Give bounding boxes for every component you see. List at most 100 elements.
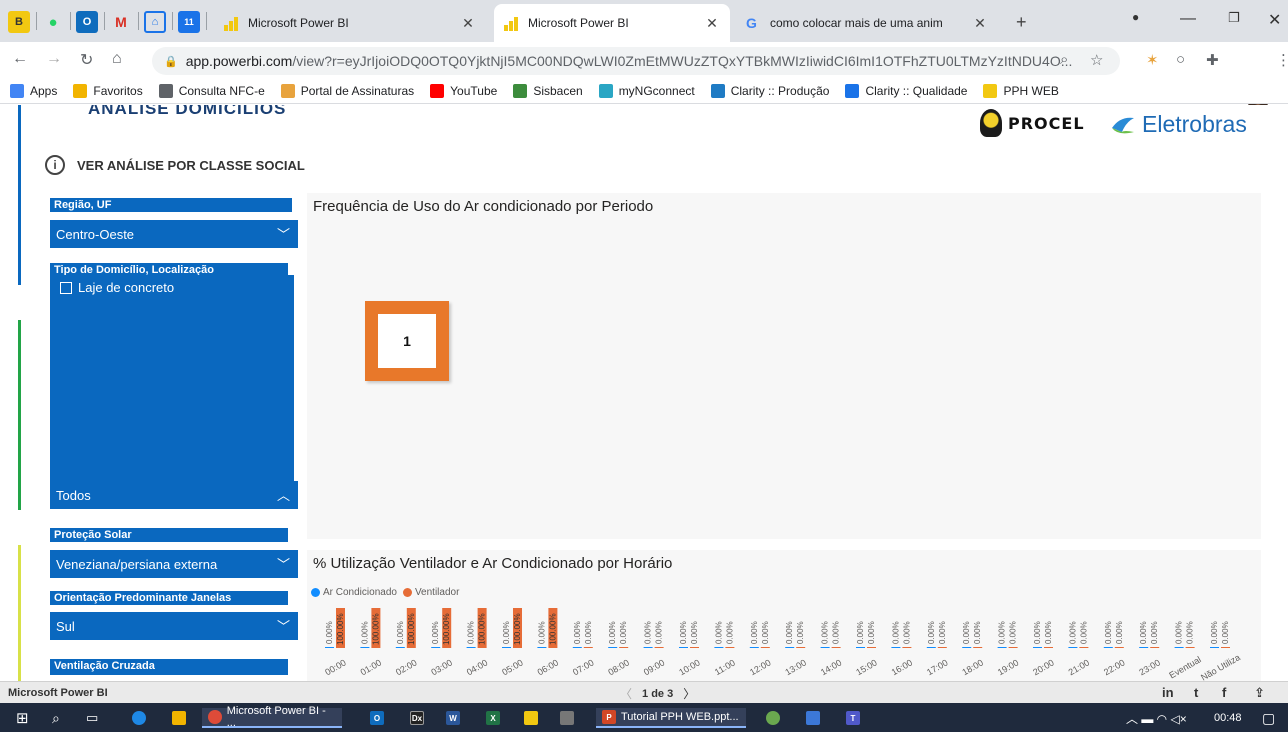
slicer-regiao-dropdown[interactable]: Centro-Oeste ﹀ (50, 220, 298, 248)
reload-icon[interactable]: ↻ (80, 50, 93, 70)
bar-ar-condicionado[interactable] (926, 647, 936, 648)
bar-ventilador[interactable] (1185, 647, 1195, 648)
bar-ar-condicionado[interactable] (360, 647, 370, 648)
class-analysis-link[interactable]: i VER ANÁLISE POR CLASSE SOCIAL (45, 155, 305, 175)
taskbar-powerpoint[interactable]: P Tutorial PPH WEB.ppt... (596, 708, 746, 728)
next-page-icon[interactable]: 〉 (683, 685, 695, 702)
bookmark-item[interactable]: Consulta NFC-e (158, 83, 265, 98)
bar-ventilador[interactable] (1221, 647, 1230, 648)
bar-ventilador[interactable] (1114, 647, 1124, 648)
bar-ar-condicionado[interactable] (431, 647, 441, 648)
excel-icon[interactable]: X (486, 708, 505, 728)
file-explorer-icon[interactable] (172, 708, 191, 728)
bookmark-item[interactable]: myNGconnect (598, 83, 695, 98)
bar-ventilador[interactable] (867, 647, 876, 648)
tab-google-search[interactable]: G como colocar mais de uma anim ✕ (736, 4, 998, 42)
bookmark-item[interactable]: PPH WEB (983, 83, 1059, 98)
notification-icon[interactable]: ▢ (1262, 708, 1275, 728)
prev-page-icon[interactable]: 〈 (620, 685, 632, 702)
dx-taskbar-icon[interactable]: Dx (410, 708, 429, 728)
bar-ar-condicionado[interactable] (572, 647, 582, 648)
checkbox[interactable] (60, 281, 72, 294)
clock[interactable]: 00:48 (1214, 708, 1242, 728)
close-tab-icon[interactable]: ✕ (704, 15, 720, 32)
bar-ar-condicionado[interactable] (395, 647, 405, 648)
close-tab-icon[interactable]: ✕ (972, 15, 988, 32)
bar-ar-condicionado[interactable] (537, 647, 547, 648)
bar-ar-condicionado[interactable] (679, 647, 688, 648)
bar-ar-condicionado[interactable] (1103, 647, 1113, 648)
calendar-icon[interactable]: 11 (178, 11, 200, 33)
bar-ar-condicionado[interactable] (1210, 647, 1219, 648)
bar-ventilador[interactable] (1044, 647, 1053, 648)
bookmark-item[interactable]: Clarity :: Produção (710, 83, 829, 98)
bar-ar-condicionado[interactable] (856, 647, 865, 648)
bar-ar-condicionado[interactable] (1068, 647, 1078, 648)
zoom-icon[interactable]: ⌕ (1060, 51, 1068, 68)
extension-icon[interactable]: ✶ (1146, 51, 1159, 69)
power-bi-taskbar-icon[interactable] (524, 708, 543, 728)
share-icon[interactable]: ⇪ (1254, 685, 1265, 701)
calculator-icon[interactable] (560, 708, 579, 728)
outlook-icon[interactable]: O (76, 11, 98, 33)
bar-ar-condicionado[interactable] (749, 647, 759, 648)
bar-ar-condicionado[interactable] (643, 647, 653, 648)
bar-ventilador[interactable] (583, 647, 593, 648)
close-tab-icon[interactable]: ✕ (460, 15, 476, 32)
chart-frequencia-uso[interactable]: Frequência de Uso do Ar condicionado por… (307, 193, 1261, 539)
bar-ar-condicionado[interactable] (714, 647, 724, 648)
app-taskbar-icon[interactable] (766, 708, 785, 728)
teams-icon[interactable]: T (846, 708, 865, 728)
option-laje-de-concreto[interactable]: Laje de concreto (60, 280, 174, 295)
bar-ar-condicionado[interactable] (466, 647, 476, 648)
bar-ar-condicionado[interactable] (608, 647, 618, 648)
app-taskbar-icon[interactable] (806, 708, 825, 728)
bookmark-star-icon[interactable]: ☆ (1090, 51, 1103, 69)
bar-ar-condicionado[interactable] (891, 647, 901, 648)
bar-ar-condicionado[interactable] (962, 647, 972, 648)
bar-ventilador[interactable] (760, 647, 770, 648)
bar-ar-condicionado[interactable] (325, 647, 334, 648)
slicer-orientacao-dropdown[interactable]: Sul ﹀ (50, 612, 298, 640)
slicer-todos-dropdown[interactable]: Todos ︿ (50, 481, 298, 509)
edge-icon[interactable] (132, 708, 151, 728)
bar-ventilador[interactable] (1079, 647, 1089, 648)
outlook-taskbar-icon[interactable]: O (370, 708, 389, 728)
bar-ar-condicionado[interactable] (997, 647, 1007, 648)
back-icon[interactable]: ← (12, 50, 28, 68)
bookmark-item[interactable]: Favoritos (73, 83, 143, 98)
bar-ventilador[interactable] (1150, 647, 1160, 648)
bar-ventilador[interactable] (831, 647, 841, 648)
new-tab-button[interactable]: + (1016, 12, 1027, 33)
account-icon[interactable]: ⌂ (144, 11, 166, 33)
menu-icon[interactable]: ⋮ (1276, 51, 1288, 69)
bar-ar-condicionado[interactable] (1139, 647, 1149, 648)
twitter-icon[interactable]: t (1194, 685, 1198, 700)
bookmark-item[interactable]: YouTube (430, 83, 497, 98)
windows-start-icon[interactable]: ⊞ (16, 708, 29, 728)
bar-ventilador[interactable] (973, 647, 983, 648)
extension-circle-icon[interactable]: ○ (1176, 51, 1185, 68)
bar-ventilador[interactable] (725, 647, 735, 648)
linkedin-icon[interactable]: in (1162, 685, 1174, 700)
bookmark-item[interactable]: Sisbacen (513, 83, 583, 98)
bar-ar-condicionado[interactable] (820, 647, 830, 648)
minimize-icon[interactable]: — (1180, 10, 1196, 28)
word-icon[interactable]: W (446, 708, 465, 728)
close-window-icon[interactable]: ✕ (1268, 10, 1281, 30)
bar-ventilador[interactable] (902, 647, 912, 648)
bar-ventilador[interactable] (690, 647, 699, 648)
tab-power-bi-2[interactable]: Microsoft Power BI ✕ (494, 4, 730, 42)
pinned-tab-icon[interactable]: B (8, 11, 30, 33)
extensions-puzzle-icon[interactable]: ✚ (1206, 51, 1219, 69)
bar-ar-condicionado[interactable] (502, 647, 511, 648)
forward-icon[interactable]: → (46, 50, 62, 68)
address-bar[interactable]: 🔒 app.powerbi.com/view?r=eyJrIjoiODQ0OTQ… (152, 47, 1120, 75)
bar-ventilador[interactable] (619, 647, 629, 648)
gmail-icon[interactable]: M (110, 11, 132, 33)
task-view-icon[interactable]: ▭ (86, 708, 98, 728)
home-icon[interactable]: ⌂ (112, 50, 122, 68)
tray-icons[interactable]: ︿ ▬ ◠ ◁× (1126, 708, 1187, 728)
slicer-protecao-dropdown[interactable]: Veneziana/persiana externa ﹀ (50, 550, 298, 578)
tab-power-bi-1[interactable]: Microsoft Power BI ✕ (214, 4, 486, 42)
